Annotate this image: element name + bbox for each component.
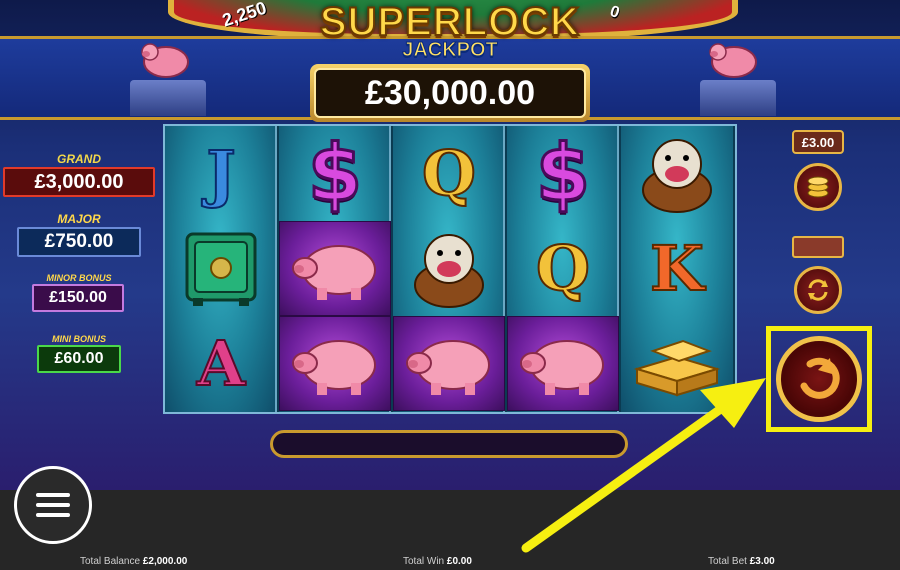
reel-symbol: Q	[535, 231, 591, 306]
minor-bonus-label: MINOR BONUS	[46, 273, 112, 283]
bet-amount-display[interactable]: £3.00	[792, 130, 844, 154]
left-pedestal	[130, 80, 206, 116]
piggy-bank-icon	[520, 339, 604, 395]
piggy-bank-icon	[292, 339, 376, 395]
mini-bonus-label: MINI BONUS	[52, 334, 106, 344]
total-balance-value: £2,000.00	[142, 556, 188, 567]
total-bet: Total Bet £3.00	[708, 556, 775, 567]
piggy-bank-icon	[292, 244, 376, 300]
spin-icon	[800, 357, 840, 399]
game-logo: SUPERLOCK JACKPOT	[300, 0, 600, 70]
main-jackpot-display: £30,000.00	[310, 64, 590, 122]
pig-symbol	[393, 316, 505, 411]
piggy-bank-icon	[406, 339, 490, 395]
reel-4: $ Q	[507, 126, 619, 412]
reel-2: $	[279, 126, 391, 412]
pig-symbol	[279, 221, 391, 316]
game-scene: 2,250 0 SUPERLOCK JACKPOT £30,000.00 GRA…	[0, 0, 900, 490]
total-win-value: £0.00	[446, 556, 472, 567]
total-bet-value: £3.00	[749, 556, 775, 567]
reel-5: K	[621, 126, 733, 412]
piggy-bank-icon	[709, 43, 757, 78]
coins-icon	[807, 176, 829, 198]
autoplay-count-display	[792, 236, 844, 258]
coins-button[interactable]	[794, 163, 842, 211]
total-balance: Total Balance £2,000.00	[80, 556, 187, 567]
grand-jackpot-value: £3,000.00	[34, 170, 124, 193]
pig-symbol	[507, 316, 619, 411]
major-jackpot-label: MAJOR	[57, 212, 101, 226]
major-jackpot-value: £750.00	[44, 231, 114, 252]
menu-button[interactable]	[14, 466, 92, 544]
piggy-bank-icon	[141, 43, 189, 78]
bulldog-symbol	[621, 126, 733, 221]
reel-grid: J A $ Q $ Q K	[163, 124, 737, 414]
right-pedestal	[700, 80, 776, 116]
reel-3: Q	[393, 126, 505, 412]
mini-bonus-value: £60.00	[54, 350, 104, 367]
pig-symbol	[279, 316, 391, 411]
bulldog-icon	[642, 138, 712, 213]
reel-symbol: Q	[421, 136, 477, 211]
total-balance-label: Total Balance	[80, 556, 141, 567]
major-jackpot: MAJOR £750.00	[0, 212, 158, 257]
bulldog-symbol	[393, 221, 505, 316]
reel-1: J A	[165, 126, 277, 412]
safe-symbol	[165, 221, 277, 316]
hamburger-icon	[36, 493, 70, 497]
message-bar	[270, 430, 628, 458]
gold-bars-symbol	[621, 316, 733, 411]
spin-button[interactable]	[776, 336, 862, 422]
gold-bars-icon	[633, 339, 721, 396]
bulldog-icon	[414, 233, 484, 308]
safe-icon	[185, 232, 257, 306]
reel-symbol: A	[196, 326, 246, 401]
autoplay-icon	[808, 279, 828, 301]
reel-symbol: $	[534, 127, 591, 220]
total-win-label: Total Win	[403, 556, 445, 567]
minor-bonus-value: £150.00	[49, 289, 107, 306]
main-jackpot-value: £30,000.00	[364, 73, 536, 112]
reel-symbol: $	[306, 127, 363, 220]
total-win: Total Win £0.00	[403, 556, 472, 567]
grand-jackpot-label: GRAND	[57, 152, 101, 166]
reel-symbol: J	[205, 136, 236, 211]
grand-jackpot: GRAND £3,000.00	[0, 152, 158, 197]
reel-symbol: K	[649, 231, 705, 306]
total-bet-label: Total Bet	[708, 556, 747, 567]
mini-bonus-jackpot: MINI BONUS £60.00	[0, 334, 158, 373]
minor-bonus-jackpot: MINOR BONUS £150.00	[0, 273, 158, 312]
autoplay-button[interactable]	[794, 266, 842, 314]
